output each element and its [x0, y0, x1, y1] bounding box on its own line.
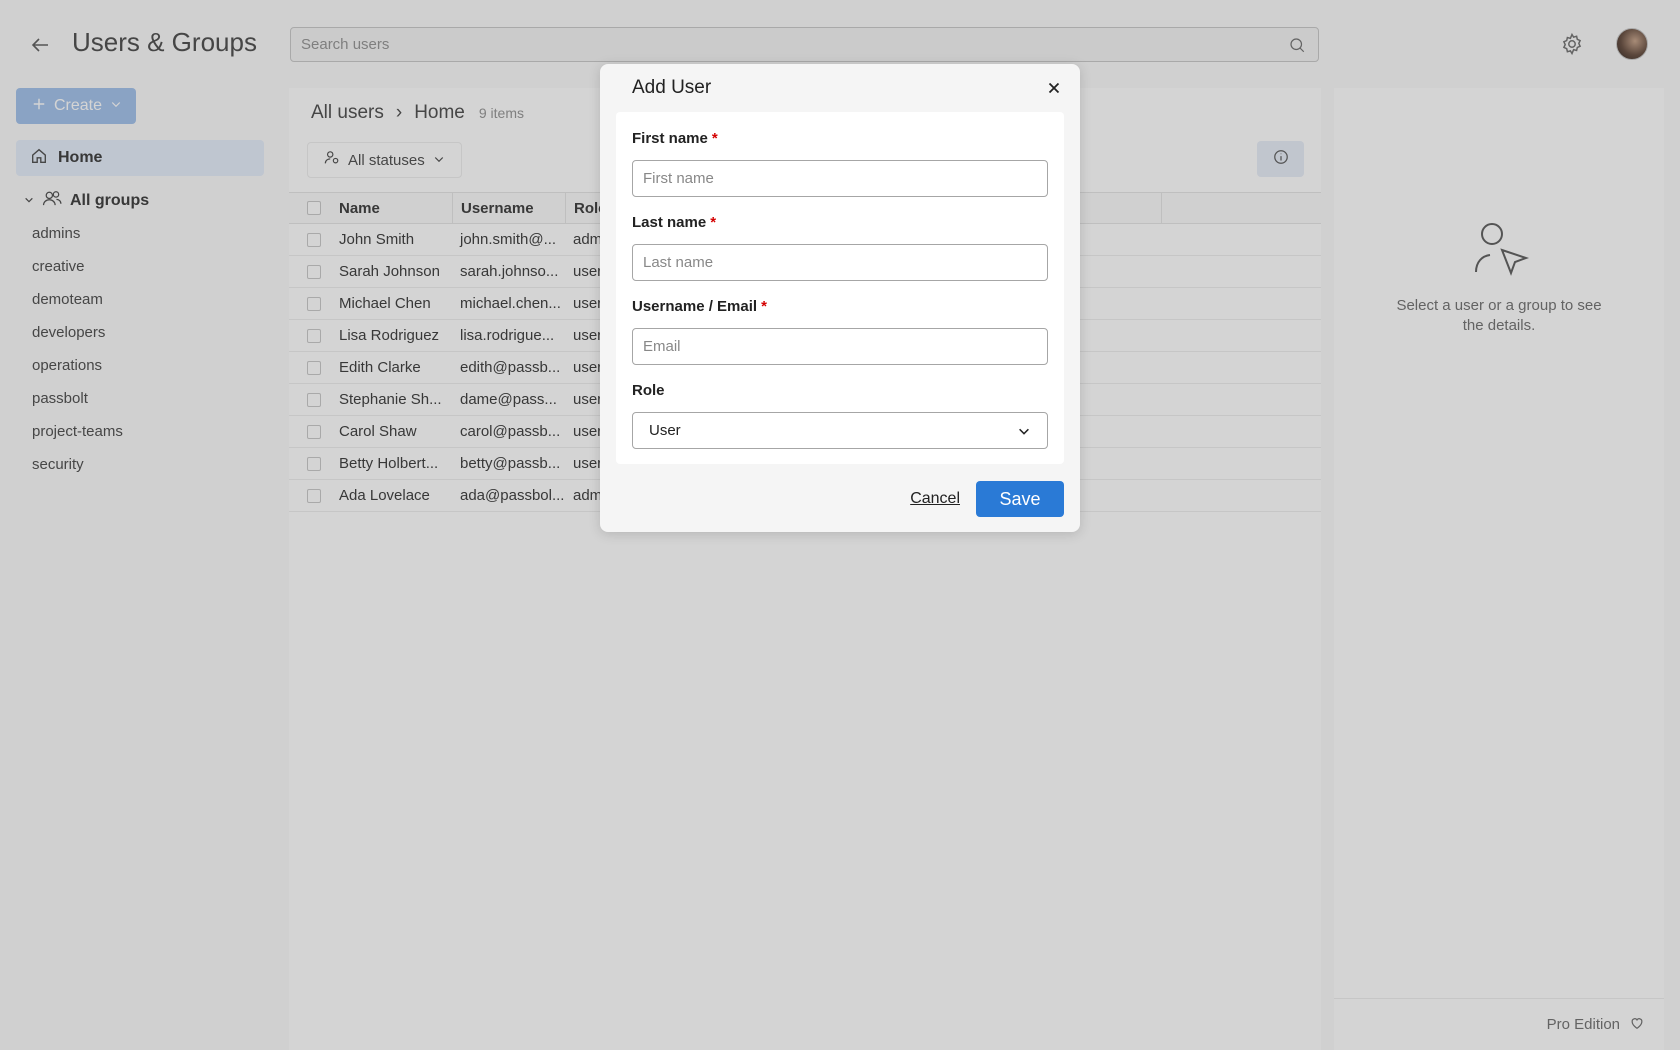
role-select[interactable]: User: [632, 412, 1048, 449]
first-name-field[interactable]: [632, 160, 1048, 197]
dialog-actions: Cancel Save: [910, 481, 1064, 517]
dialog-title: Add User: [632, 77, 712, 98]
close-icon[interactable]: [1046, 80, 1062, 96]
cancel-button[interactable]: Cancel: [910, 490, 960, 508]
role-label: Role: [632, 382, 665, 399]
required-mark: *: [710, 214, 717, 231]
email-field[interactable]: [632, 328, 1048, 365]
last-name-field[interactable]: [632, 244, 1048, 281]
first-name-label: First name *: [632, 130, 718, 147]
required-mark: *: [711, 130, 718, 147]
required-mark: *: [761, 298, 767, 315]
save-button[interactable]: Save: [976, 481, 1064, 517]
role-select-value: User: [649, 422, 681, 439]
last-name-label: Last name *: [632, 214, 717, 231]
chevron-down-icon: [1017, 424, 1031, 438]
dialog-form: First name* Last name* Username / Email*…: [616, 112, 1064, 464]
username-label: Username / Email *: [632, 298, 767, 315]
add-user-dialog: Add User First name* Last name* Username…: [600, 64, 1080, 532]
